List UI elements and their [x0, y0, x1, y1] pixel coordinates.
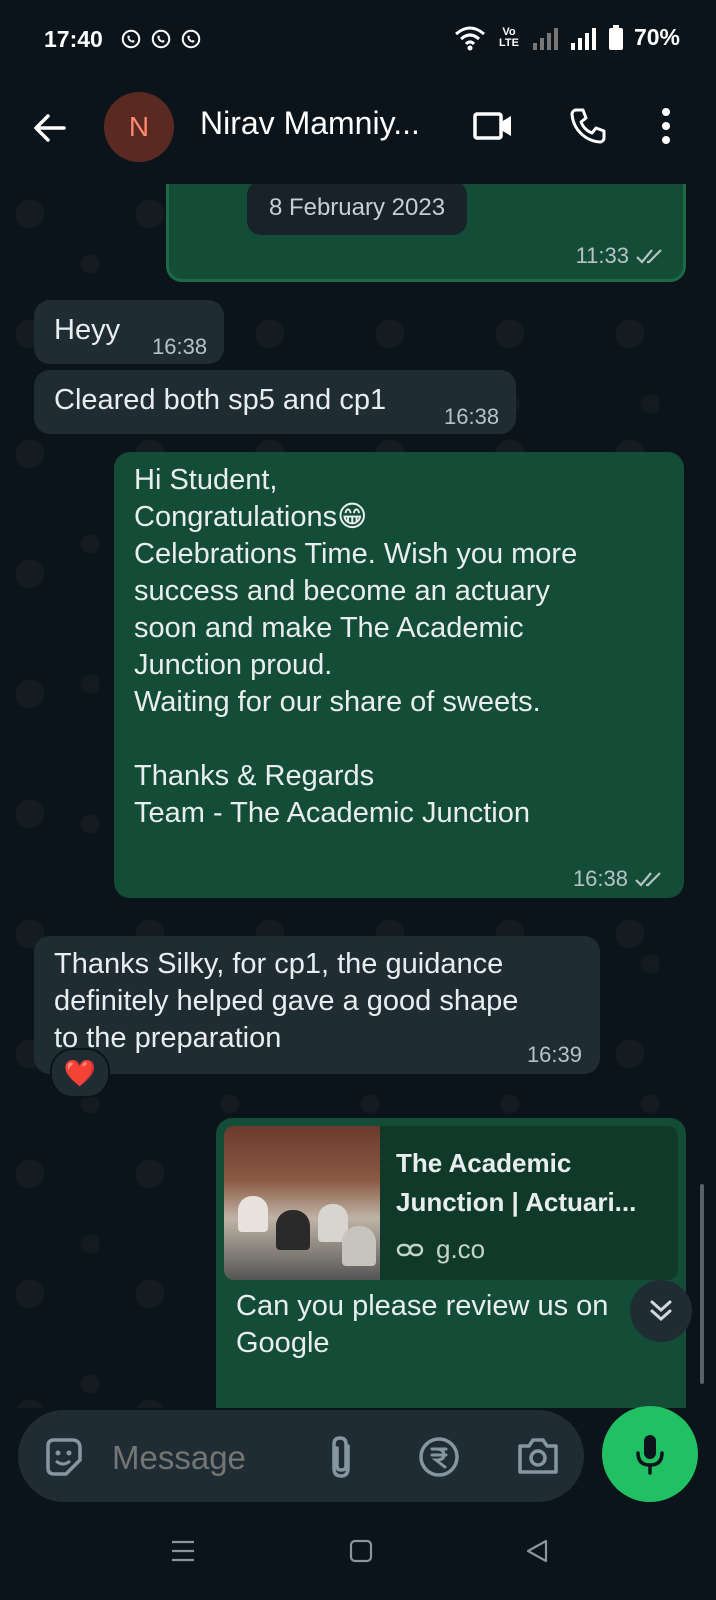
voice-record-button[interactable]	[602, 1406, 698, 1502]
date-chip-label: 8 February 2023	[268, 194, 446, 221]
network-type-label: Vo LTE	[498, 25, 519, 49]
status-time: 17:40	[44, 26, 103, 52]
incoming-message[interactable]: Heyy 16:38	[34, 300, 224, 364]
camera-icon[interactable]	[516, 1436, 560, 1476]
double-chevron-down-icon	[650, 1300, 672, 1322]
more-options-icon[interactable]	[660, 106, 672, 146]
scrollbar-thumb[interactable]	[700, 1184, 704, 1384]
chat-area[interactable]: 8 February 2023 11:33 Heyy 16:38 Cleared…	[0, 184, 716, 1408]
message-text: Can you please review us on Google	[236, 1290, 609, 1359]
whatsapp-notification-icon-2	[181, 29, 201, 49]
message-time: 16:38	[152, 334, 208, 359]
battery-icon	[608, 24, 623, 50]
double-check-icon	[635, 872, 661, 887]
sticker-emoji-icon[interactable]	[42, 1436, 84, 1478]
signal-sim2-icon	[570, 27, 596, 50]
link-preview-card[interactable]: The Academic Junction | Actuari... g.co	[224, 1126, 678, 1280]
message-time: 16:38	[444, 404, 500, 429]
message-meta: 16:38	[573, 866, 664, 892]
whatsapp-notification-icon	[121, 29, 141, 49]
message-text: Heyy	[54, 314, 121, 346]
voice-call-icon[interactable]	[568, 106, 608, 146]
link-icon	[396, 1243, 424, 1256]
wifi-icon	[454, 26, 485, 50]
link-domain: g.co	[436, 1234, 486, 1264]
link-title: The Academic Junction | Actuari...	[396, 1148, 637, 1217]
video-call-icon[interactable]	[472, 108, 514, 144]
scroll-to-bottom-button[interactable]	[630, 1280, 692, 1342]
whatsapp-business-notification-icon	[151, 29, 171, 49]
message-input[interactable]	[110, 1434, 314, 1482]
battery-percent: 70%	[633, 24, 680, 50]
link-preview-thumbnail	[224, 1126, 380, 1280]
recent-apps-icon[interactable]	[170, 1540, 196, 1562]
outgoing-message[interactable]: Hi Student, Congratulations😁 Celebration…	[114, 452, 684, 898]
message-time: 11:33	[575, 243, 629, 268]
reaction-badge[interactable]: ❤️	[50, 1048, 110, 1098]
contact-avatar[interactable]: N	[104, 92, 174, 162]
date-chip: 8 February 2023	[247, 184, 467, 235]
message-time: 16:39	[526, 1042, 582, 1067]
back-arrow-icon[interactable]	[30, 108, 70, 148]
incoming-message[interactable]: Cleared both sp5 and cp1 16:38	[34, 370, 516, 434]
attach-icon[interactable]	[326, 1432, 356, 1482]
reaction-emoji: ❤️	[63, 1057, 97, 1088]
link-domain-row: g.co	[396, 1234, 485, 1265]
home-icon[interactable]	[348, 1538, 374, 1564]
signal-sim1-icon	[532, 27, 558, 50]
incoming-message[interactable]: Thanks Silky, for cp1, the guidance defi…	[34, 936, 600, 1074]
avatar-initial: N	[128, 111, 150, 142]
payment-rupee-icon[interactable]	[418, 1436, 460, 1478]
message-text: Thanks Silky, for cp1, the guidance defi…	[54, 948, 519, 1054]
message-text: Hi Student, Congratulations😁 Celebration…	[134, 464, 578, 829]
status-indicators: Vo LTE 70%	[454, 24, 680, 51]
microphone-icon	[636, 1435, 664, 1475]
back-nav-icon[interactable]	[524, 1538, 550, 1564]
outgoing-link-message[interactable]: The Academic Junction | Actuari... g.co …	[216, 1118, 686, 1408]
contact-name[interactable]: Nirav Mamniy...	[200, 105, 420, 142]
message-time: 16:38	[572, 866, 628, 891]
message-meta: 11:33	[576, 243, 665, 269]
message-text: Cleared both sp5 and cp1	[54, 384, 387, 416]
double-check-icon	[636, 249, 662, 264]
outgoing-message-partial[interactable]: 8 February 2023 11:33	[166, 184, 686, 282]
